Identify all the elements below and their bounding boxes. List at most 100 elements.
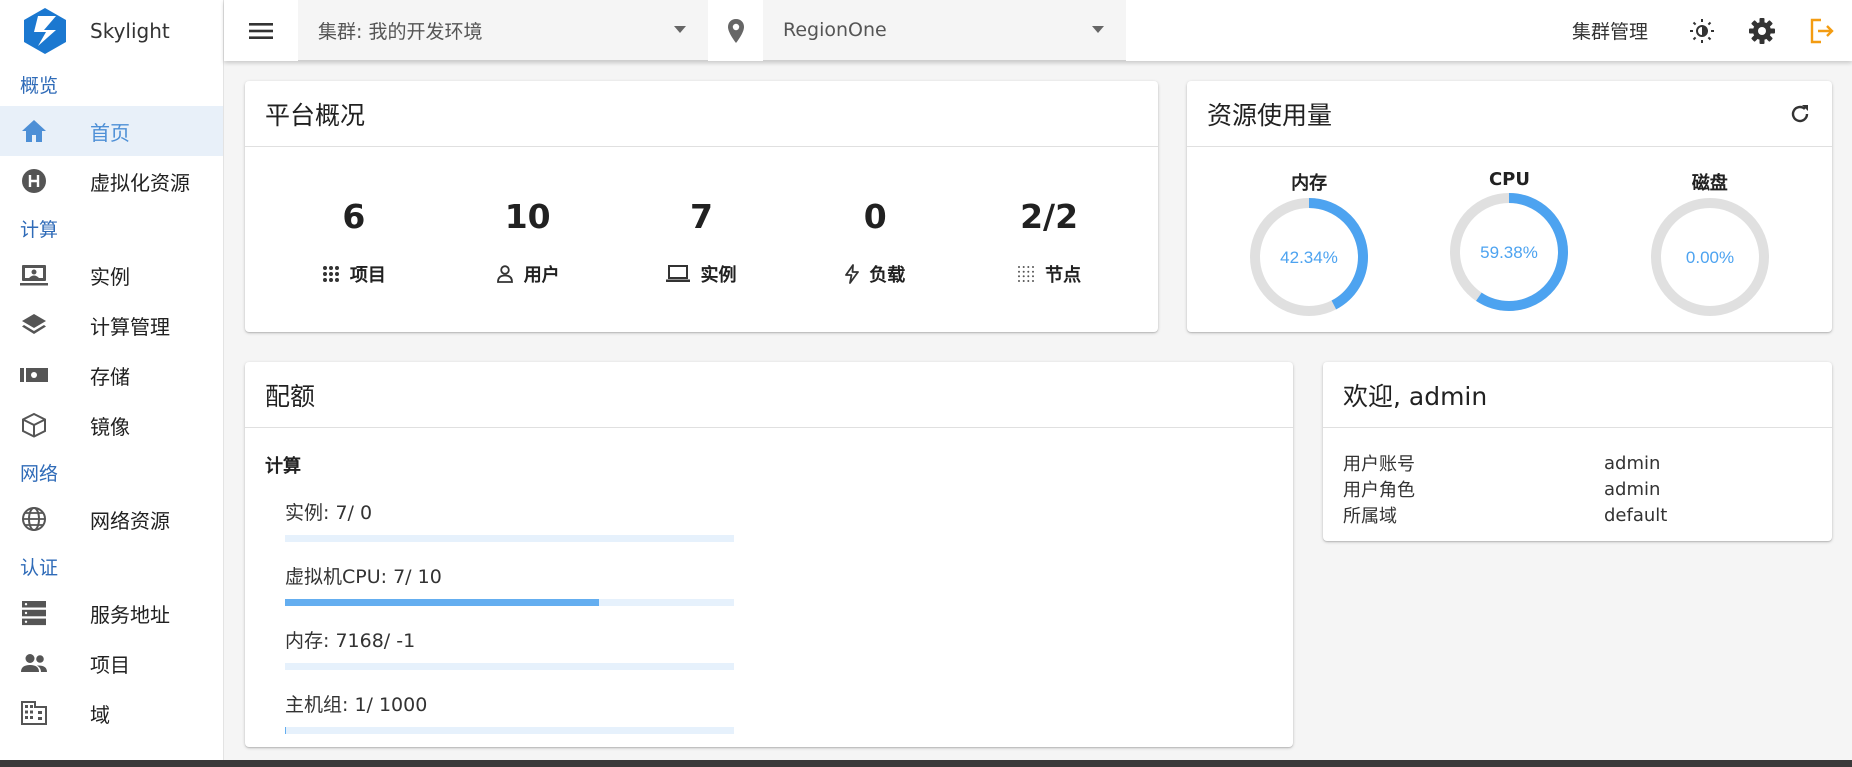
gauge-value: 0.00% <box>1686 248 1734 267</box>
globe-icon <box>20 505 48 533</box>
top-bar: 集群: 我的开发环境 RegionOne 集群管理 <box>224 0 1852 61</box>
quota-item: 主机组: 1/ 1000 <box>245 690 1293 734</box>
top-actions: 集群管理 <box>1548 0 1852 61</box>
card-title: 配额 <box>245 362 1293 428</box>
stat-label: 节点 <box>962 261 1136 287</box>
quota-label: 主机组: 1/ 1000 <box>285 694 428 716</box>
user-icon <box>496 265 513 283</box>
nav-group-overview: 概览 <box>20 74 59 97</box>
sidebar-item-label: 计算管理 <box>90 314 170 339</box>
quota-progress-bar <box>285 727 734 734</box>
sidebar-item-home[interactable]: 首页 <box>0 106 223 156</box>
stat-users[interactable]: 10 用户 <box>441 147 615 287</box>
stat-label: 项目 <box>267 261 441 287</box>
quota-item: 实例: 7/ 0 <box>245 498 1293 542</box>
grid-icon <box>322 266 339 282</box>
sidebar-item-label: 服务地址 <box>90 602 170 627</box>
quota-card: 配额 计算 实例: 7/ 0 虚拟机CPU: 7/ 10 内存: 7168/ -… <box>245 362 1293 747</box>
stat-value: 6 <box>342 197 366 236</box>
refresh-icon[interactable] <box>1788 102 1812 126</box>
info-value: admin <box>1604 452 1661 474</box>
bolt-icon <box>845 264 860 284</box>
sidebar-item-compute-management[interactable]: 计算管理 <box>0 300 223 350</box>
sidebar-item-label: 镜像 <box>90 414 130 439</box>
group-icon <box>20 649 48 677</box>
dots-grid-icon <box>1018 266 1035 282</box>
sidebar-item-images[interactable]: 镜像 <box>0 400 223 450</box>
stat-instances[interactable]: 7 实例 <box>615 147 789 287</box>
resource-usage-card: 资源使用量 内存 42.34% CPU 59.38% 磁盘 0.00% <box>1187 81 1832 332</box>
sidebar-item-label: 项目 <box>90 652 130 677</box>
sidebar-item-label: 实例 <box>90 264 130 289</box>
cluster-select[interactable]: 集群: 我的开发环境 <box>298 0 708 61</box>
sidebar-item-storage[interactable]: 存储 <box>0 350 223 400</box>
sidebar-item-instances[interactable]: 实例 <box>0 250 223 300</box>
home-icon <box>20 117 48 145</box>
nav-group-compute: 计算 <box>20 218 59 241</box>
sidebar-item-label: 存储 <box>90 364 130 389</box>
chevron-down-icon <box>1092 26 1104 33</box>
quota-item: 内存: 7168/ -1 <box>245 626 1293 670</box>
cube-icon <box>20 411 48 439</box>
monitor-icon <box>20 261 48 289</box>
quota-item: 虚拟机CPU: 7/ 10 <box>245 562 1293 606</box>
card-title: 欢迎, admin <box>1323 362 1832 428</box>
quota-progress-fill <box>285 599 600 606</box>
layers-icon <box>20 311 48 339</box>
sidebar-item-label: 域 <box>90 702 110 727</box>
storage-icon <box>20 361 48 389</box>
gauge-ring: 42.34% <box>1250 198 1369 316</box>
info-row-account: 用户账号 admin <box>1343 450 1812 476</box>
sidebar-item-hypervisor[interactable]: 虚拟化资源 <box>0 156 223 206</box>
platform-overview-card: 平台概况 6 项目 10 用户 7 实例 0 负载 2/2 节点 <box>245 81 1158 332</box>
region-select[interactable]: RegionOne <box>763 0 1126 61</box>
cluster-management-link[interactable]: 集群管理 <box>1548 17 1672 44</box>
stat-nodes[interactable]: 2/2 节点 <box>962 147 1136 287</box>
cluster-select-value: 集群: 我的开发环境 <box>318 20 483 43</box>
gauge-disk: 磁盘 0.00% <box>1610 147 1810 323</box>
gauge-title: 内存 <box>1291 173 1328 194</box>
info-key: 用户角色 <box>1343 480 1415 501</box>
stat-label: 负载 <box>788 261 962 287</box>
info-row-role: 用户角色 admin <box>1343 476 1812 502</box>
gauge-title: 磁盘 <box>1691 173 1728 194</box>
info-value: default <box>1604 504 1668 526</box>
card-header: 资源使用量 <box>1187 81 1832 147</box>
sidebar-item-label: 网络资源 <box>90 508 170 533</box>
sidebar-item-projects[interactable]: 项目 <box>0 638 223 688</box>
logout-icon[interactable] <box>1792 0 1852 61</box>
stat-projects[interactable]: 6 项目 <box>267 147 441 287</box>
card-title: 资源使用量 <box>1207 100 1333 130</box>
gauge-ring: 0.00% <box>1650 198 1769 316</box>
stat-label-text: 项目 <box>349 265 386 286</box>
quota-section-title: 计算 <box>265 456 301 477</box>
stat-label-text: 节点 <box>1045 265 1082 286</box>
sidebar: Skylight 概览 首页 虚拟化资源 计算 实例 计算管理 存储 镜像 网络… <box>0 0 224 760</box>
quota-progress-bar <box>285 535 734 542</box>
hypervisor-icon <box>20 167 48 195</box>
gauge-value: 42.34% <box>1280 248 1338 267</box>
gauge-value: 59.38% <box>1481 243 1539 262</box>
gear-icon[interactable] <box>1732 0 1792 61</box>
menu-icon[interactable] <box>224 0 298 61</box>
info-key: 用户账号 <box>1343 454 1415 475</box>
stat-label-text: 用户 <box>523 265 560 286</box>
sidebar-item-endpoints[interactable]: 服务地址 <box>0 588 223 638</box>
sidebar-item-domains[interactable]: 域 <box>0 688 223 738</box>
location-pin-icon <box>708 0 763 61</box>
overview-stats: 6 项目 10 用户 7 实例 0 负载 2/2 节点 <box>245 147 1158 287</box>
quota-label: 实例: 7/ 0 <box>285 502 373 524</box>
stat-value: 0 <box>863 197 887 236</box>
gauge-title: CPU <box>1488 169 1530 190</box>
stat-load[interactable]: 0 负载 <box>788 147 962 287</box>
stat-value: 7 <box>690 197 713 236</box>
sidebar-item-network-resources[interactable]: 网络资源 <box>0 494 223 544</box>
gauge-memory: 内存 42.34% <box>1209 147 1409 323</box>
quota-progress-bar <box>285 663 734 670</box>
theme-toggle-icon[interactable] <box>1672 0 1732 61</box>
laptop-icon <box>666 265 691 282</box>
sidebar-item-label: 首页 <box>90 120 130 145</box>
brand[interactable]: Skylight <box>0 0 223 62</box>
quota-progress-bar <box>285 599 734 606</box>
card-title: 平台概况 <box>245 81 1158 147</box>
